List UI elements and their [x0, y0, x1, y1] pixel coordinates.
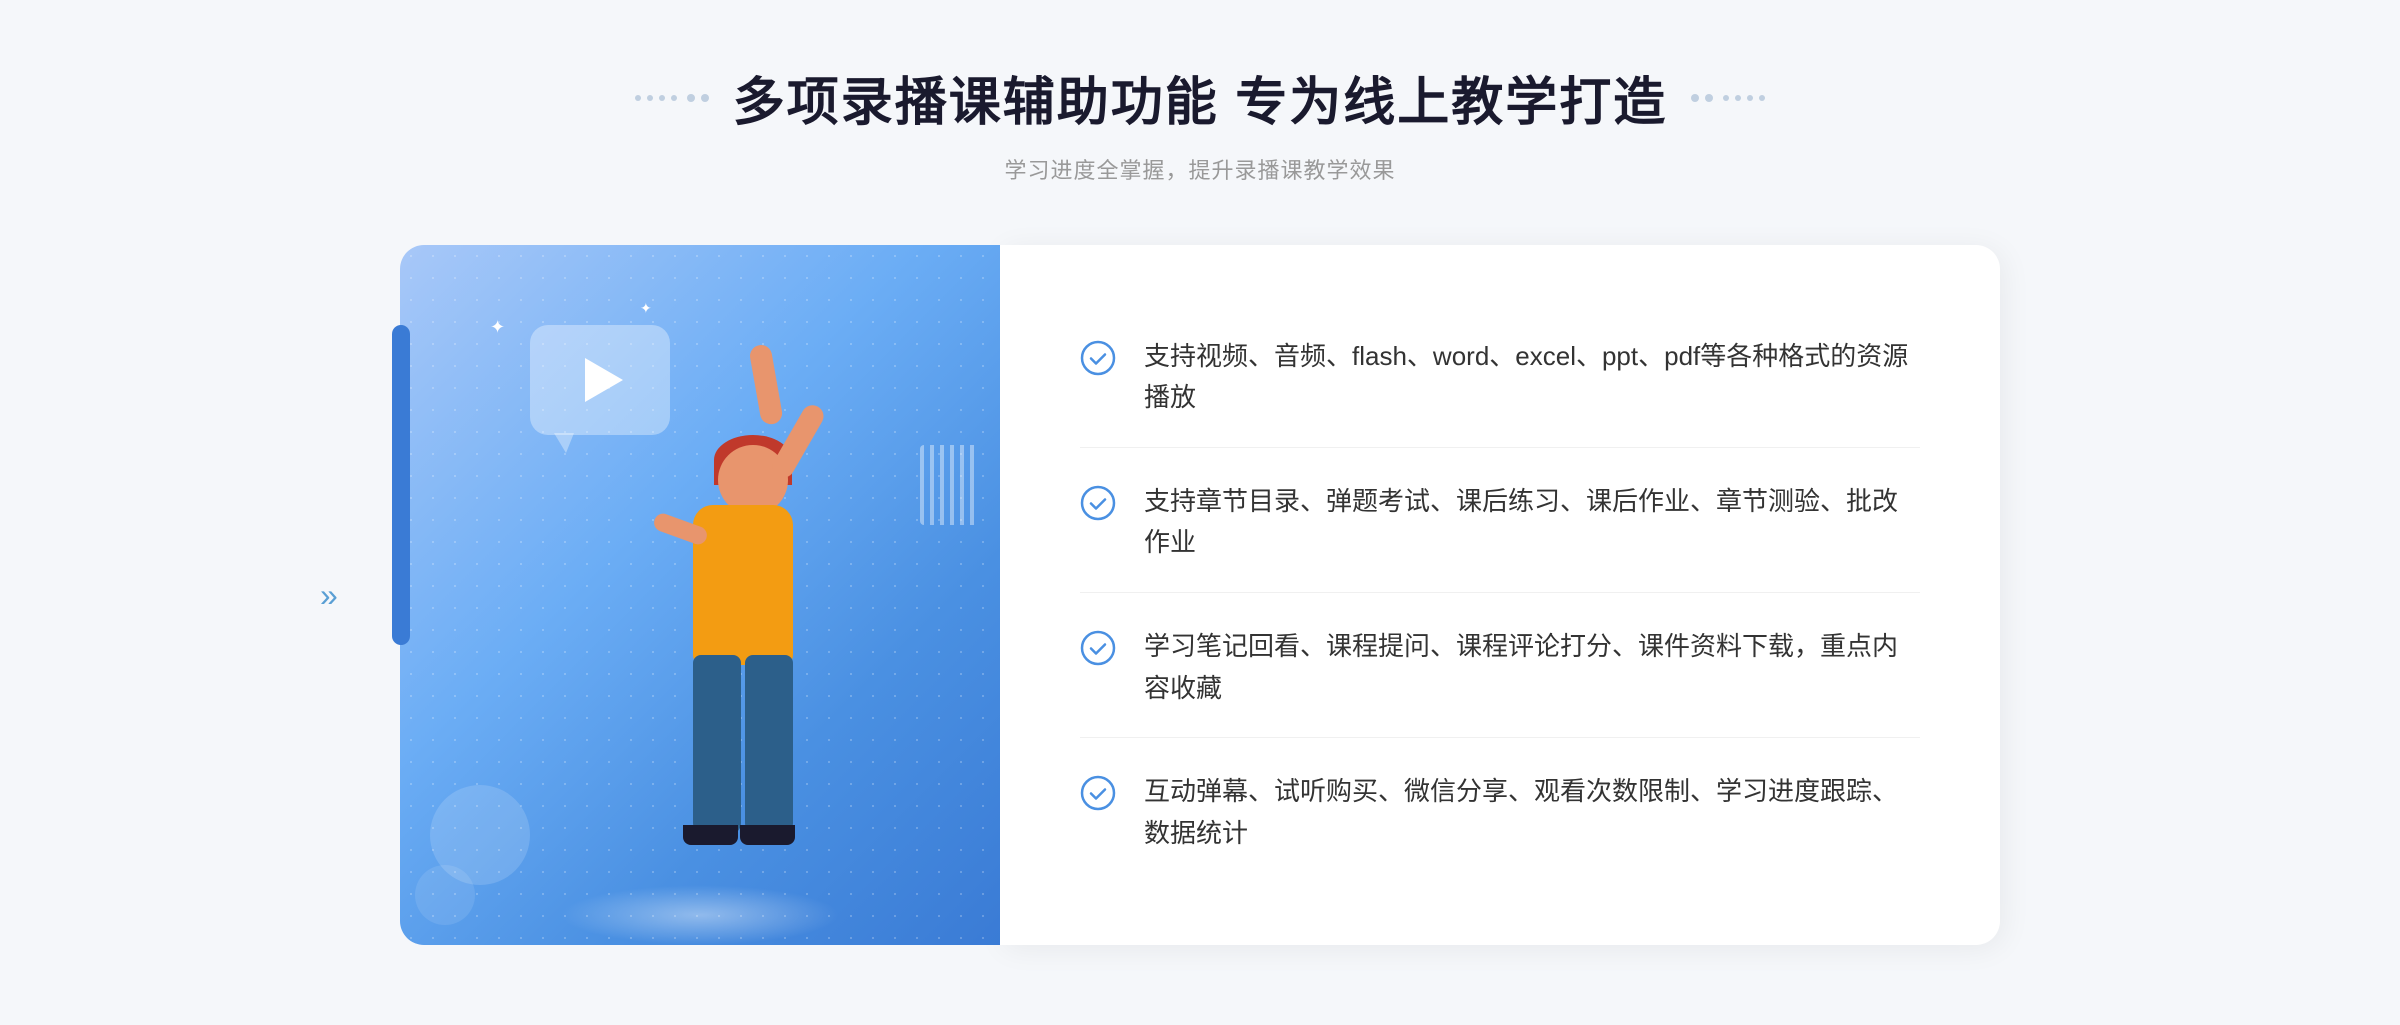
deco-circle-2 [415, 865, 475, 925]
page-wrapper: 多项录播课辅助功能 专为线上教学打造 学习进度全掌握，提升录播课教学效果 » [0, 0, 2400, 1025]
feature-text-2: 支持章节目录、弹题考试、课后练习、课后作业、章节测验、批改作业 [1144, 481, 1920, 564]
person-shoe-right [740, 825, 795, 845]
content-area: » ✦ ✦ [400, 245, 2000, 945]
sparkle-2: ✦ [640, 300, 652, 317]
sparkle-1: ✦ [490, 317, 505, 338]
feature-text-4: 互动弹幕、试听购买、微信分享、观看次数限制、学习进度跟踪、数据统计 [1144, 771, 1920, 854]
page-subtitle: 学习进度全掌握，提升录播课教学效果 [1004, 153, 1395, 185]
glow-circle [560, 885, 840, 945]
page-title: 多项录播课辅助功能 专为线上教学打造 [733, 60, 1667, 135]
person-pants-left [693, 655, 741, 835]
header-section: 多项录播课辅助功能 专为线上教学打造 学习进度全掌握，提升录播课教学效果 [635, 60, 1765, 185]
person-figure [588, 425, 868, 945]
play-bubble-inner [530, 325, 670, 435]
feature-text-1: 支持视频、音频、flash、word、excel、ppt、pdf等各种格式的资源… [1144, 336, 1920, 419]
feature-item-1: 支持视频、音频、flash、word、excel、ppt、pdf等各种格式的资源… [1080, 308, 1920, 448]
deco-stripes [920, 445, 980, 525]
feature-text-3: 学习笔记回看、课程提问、课程评论打分、课件资料下载，重点内容收藏 [1144, 626, 1920, 709]
features-area: 支持视频、音频、flash、word、excel、ppt、pdf等各种格式的资源… [1000, 245, 2000, 945]
title-row: 多项录播课辅助功能 专为线上教学打造 [635, 60, 1765, 135]
title-dots-left [635, 94, 709, 102]
person-pants-right [745, 655, 793, 835]
feature-item-2: 支持章节目录、弹题考试、课后练习、课后作业、章节测验、批改作业 [1080, 453, 1920, 593]
feature-item-3: 学习笔记回看、课程提问、课程评论打分、课件资料下载，重点内容收藏 [1080, 598, 1920, 738]
check-icon-1 [1080, 340, 1116, 376]
illustration-area: » ✦ ✦ [400, 245, 1000, 945]
person-body [693, 505, 793, 665]
check-icon-3 [1080, 630, 1116, 666]
play-icon [585, 358, 623, 402]
person-shoe-left [683, 825, 738, 845]
side-bar-deco [392, 325, 410, 645]
feature-item-4: 互动弹幕、试听购买、微信分享、观看次数限制、学习进度跟踪、数据统计 [1080, 743, 1920, 882]
check-icon-4 [1080, 775, 1116, 811]
title-dots-right [1691, 94, 1765, 102]
check-icon-2 [1080, 485, 1116, 521]
chevron-left-deco: » [320, 579, 338, 611]
